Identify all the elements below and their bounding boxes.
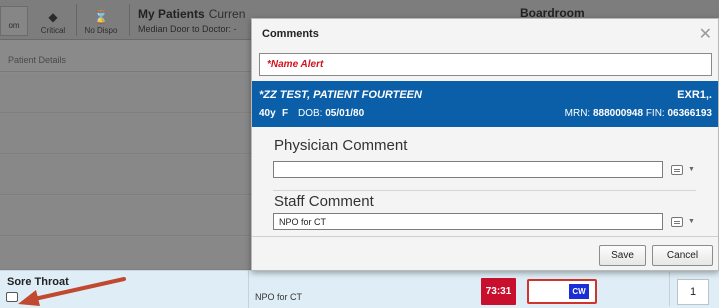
critical-label: Critical: [40, 26, 66, 35]
fin-label: FIN:: [645, 108, 665, 119]
dialog-title: Comments: [262, 28, 319, 40]
list-title-text: My Patients: [138, 7, 205, 21]
toolbar-separator: [129, 4, 130, 36]
dob-value: 05/01/80: [325, 108, 365, 119]
list-title-suffix: Curren: [208, 7, 246, 21]
cw-badge: CW: [569, 284, 589, 299]
wait-timer-badge: 73:31: [481, 278, 516, 305]
no-dispo-filter-button[interactable]: ⌛ No Dispo: [80, 0, 122, 40]
name-alert-field: *Name Alert: [259, 53, 712, 76]
comment-template-icon[interactable]: [671, 165, 683, 175]
patient-ids: MRN: 888000948 FIN: 06366193: [565, 108, 712, 119]
median-door-to-doctor: Median Door to Doctor: -: [138, 24, 237, 34]
comment-template-icon[interactable]: [671, 217, 683, 227]
patient-age: 40y: [259, 108, 276, 119]
comments-dialog: Comments ✕ *Name Alert *ZZ TEST, PATIENT…: [251, 18, 719, 271]
toolbar-button-partial-label: om: [8, 21, 20, 30]
patient-dob: DOB: 05/01/80: [298, 108, 364, 119]
list-title: My Patients Curren: [138, 7, 245, 21]
row-comment-text: NPO for CT: [248, 270, 302, 308]
mrn-label: MRN:: [564, 108, 591, 119]
section-divider: [273, 190, 696, 191]
staff-comment-input[interactable]: [273, 213, 663, 230]
cw-status-box[interactable]: CW: [527, 279, 597, 304]
close-icon[interactable]: ✕: [699, 24, 712, 44]
patient-sex: F: [282, 108, 289, 119]
column-separator: [669, 272, 670, 306]
chevron-down-icon[interactable]: ▼: [688, 166, 695, 173]
staff-comment-title: Staff Comment: [274, 193, 374, 210]
diamond-icon: ◆: [48, 10, 58, 24]
patient-banner: *ZZ TEST, PATIENT FOURTEEN EXR1,. 40y F …: [252, 81, 718, 127]
fin-value: 06366193: [667, 108, 713, 119]
toolbar-button-partial[interactable]: om: [0, 6, 28, 36]
dialog-header: Comments ✕: [252, 19, 718, 49]
physician-comment-title: Physician Comment: [274, 137, 408, 154]
chevron-down-icon[interactable]: ▼: [688, 218, 695, 225]
critical-filter-button[interactable]: ◆ Critical: [34, 0, 72, 40]
dob-label: DOB:: [298, 108, 323, 119]
patient-location-id: EXR1,.: [677, 89, 712, 101]
patient-name: *ZZ TEST, PATIENT FOURTEEN: [259, 89, 422, 101]
patient-details-column-header[interactable]: Patient Details: [8, 55, 66, 65]
hourglass-icon: ⌛: [93, 10, 109, 24]
annotation-arrow-icon: [18, 277, 126, 306]
physician-comment-input[interactable]: [273, 161, 663, 178]
count-cell[interactable]: 1: [677, 279, 709, 305]
dialog-footer: Save Cancel: [252, 236, 718, 270]
save-button[interactable]: Save: [599, 245, 646, 266]
toolbar-separator: [76, 4, 77, 36]
no-dispo-label: No Dispo: [84, 26, 118, 35]
cancel-button[interactable]: Cancel: [652, 245, 713, 266]
mrn-value: 888000948: [592, 108, 644, 119]
